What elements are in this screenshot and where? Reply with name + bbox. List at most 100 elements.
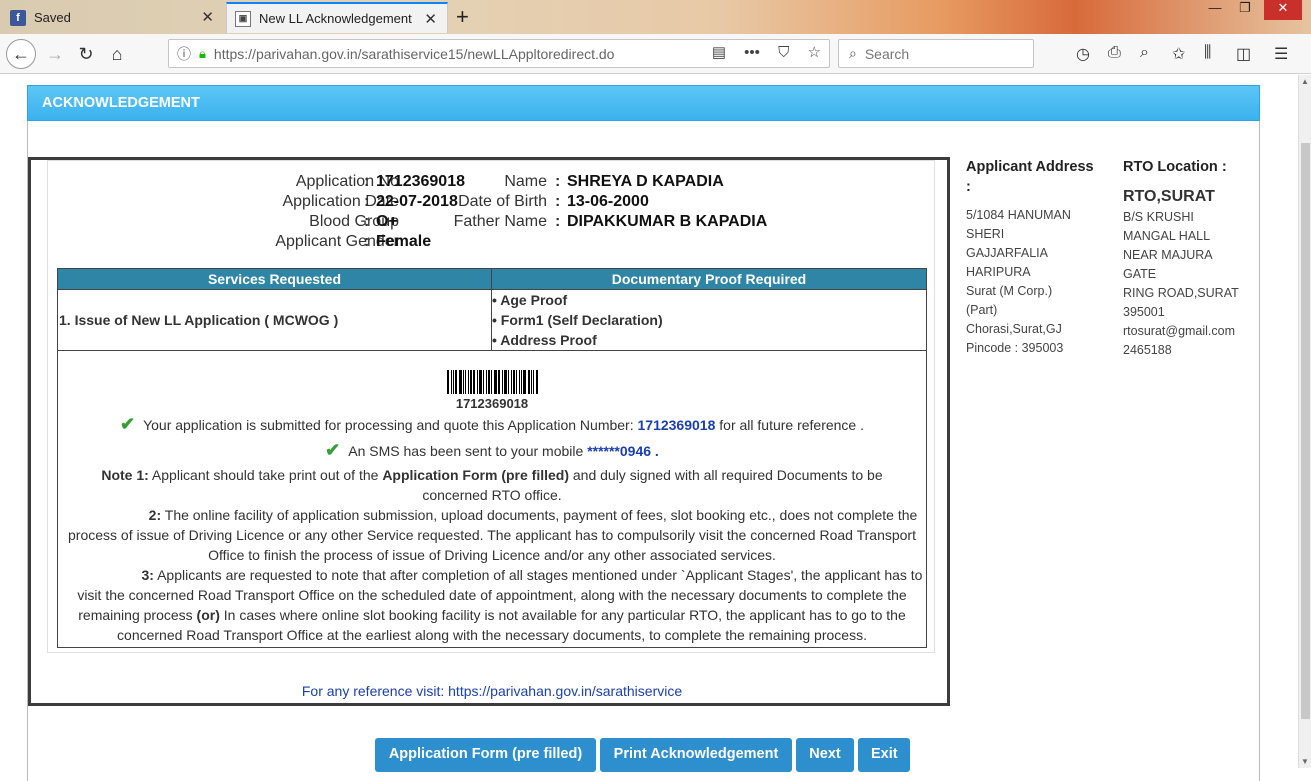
close-tab-icon[interactable]: ✕ <box>424 10 437 28</box>
search-input[interactable]: ⌕ Search <box>838 39 1034 68</box>
print-acknowledgement-button[interactable]: Print Acknowledgement <box>600 738 792 772</box>
back-button[interactable]: ← <box>6 39 36 69</box>
proof-item: • Age Proof <box>492 292 568 308</box>
tab-new-ll-acknowledgement[interactable]: ▣ New LL Acknowledgement ✕ <box>226 2 448 33</box>
sidebar-icon[interactable]: ◫ <box>1236 44 1251 64</box>
father-name-label: Father Name <box>453 213 547 230</box>
address-bar[interactable]: ⓘ 🔒︎ https://parivahan.gov.in/sarathiser… <box>168 39 830 68</box>
address-line: GAJJARFALIA <box>966 246 1048 260</box>
rto-line: GATE <box>1123 267 1157 281</box>
tab-label: Saved <box>34 10 71 25</box>
note-2-label: 2: <box>148 507 162 523</box>
service-cell: 1. Issue of New LL Application ( MCWOG ) <box>57 289 492 351</box>
barcode-stripe <box>458 370 462 394</box>
address-line: Surat (M Corp.) <box>966 284 1053 298</box>
bookmark-add-icon[interactable]: ✩ <box>1172 44 1185 64</box>
application-form-button[interactable]: Application Form (pre filled) <box>375 738 596 772</box>
sms-message: ✔ An SMS has been sent to your mobile ***… <box>58 440 926 461</box>
note-1-label: Note 1: <box>101 467 149 483</box>
scrollbar-thumb[interactable] <box>1301 143 1310 719</box>
forward-button[interactable]: → <box>42 42 68 66</box>
restore-icon[interactable]: ❐ <box>1230 0 1260 20</box>
library-icon[interactable]: ⫼ <box>1204 44 1211 62</box>
note-2-text: The online facility of application submi… <box>68 507 918 563</box>
barcode-stripe <box>464 370 466 394</box>
barcode <box>447 370 539 394</box>
colon: : <box>555 173 561 190</box>
name-value: SHREYA D KAPADIA <box>567 173 724 190</box>
menu-icon[interactable]: ☰ <box>1274 44 1288 64</box>
rto-line: RING ROAD,SURAT <box>1123 286 1239 300</box>
proof-item: • Address Proof <box>492 332 597 348</box>
proof-header: Documentary Proof Required <box>491 268 927 290</box>
barcode-stripe <box>490 370 492 394</box>
barcode-stripe <box>478 370 482 394</box>
pocket-icon[interactable]: ⛉ <box>778 44 789 61</box>
site-favicon-icon: ▣ <box>235 10 251 27</box>
close-window-icon[interactable]: ✕ <box>1264 0 1302 20</box>
dob-value: 13-06-2000 <box>567 193 649 210</box>
app-no-value: 1712369018 <box>376 173 465 190</box>
barcode-stripe <box>523 370 527 394</box>
address-line: HARIPURA <box>966 265 1031 279</box>
note-3-label: 3: <box>141 567 154 583</box>
more-actions-icon[interactable]: ••• <box>744 44 760 61</box>
address-line: SHERI <box>966 227 1005 241</box>
page-actions[interactable]: ▤ ••• ⛉ ☆ <box>712 43 821 61</box>
reference-link[interactable]: For any reference visit: https://parivah… <box>31 683 953 699</box>
proof-cell: • Age Proof • Form1 (Self Declaration) •… <box>491 289 927 351</box>
url-host: https://parivahan.gov.in <box>213 45 358 62</box>
info-icon[interactable]: ⓘ <box>177 44 191 64</box>
url-text: https://parivahan.gov.in/sarathiservice1… <box>214 46 615 62</box>
message-box: 1712369018 ✔ Your application is submitte… <box>57 350 927 648</box>
barcode-stripe <box>454 370 457 394</box>
barcode-stripe <box>521 370 523 394</box>
scrollbar[interactable]: ▲ ▼ <box>1298 75 1311 768</box>
bookmark-star-icon[interactable]: ☆ <box>808 44 821 61</box>
search-placeholder: Search <box>864 45 910 62</box>
name-label: Name <box>504 173 547 190</box>
next-button[interactable]: Next <box>796 738 854 772</box>
scroll-down-icon[interactable]: ▼ <box>1301 757 1309 766</box>
rto-line: 2465188 <box>1123 343 1172 357</box>
barcode-stripe <box>536 370 538 394</box>
services-header: Services Requested <box>57 268 492 290</box>
note-1: Note 1: Applicant should take print out … <box>58 465 926 505</box>
applicant-address: Applicant Address : 5/1084 HANUMAN SHERI… <box>966 157 1096 358</box>
blood-group-value: O+ <box>376 213 398 230</box>
colon: : <box>555 193 561 210</box>
minimize-icon[interactable]: — <box>1200 0 1230 20</box>
colon: : <box>555 213 561 230</box>
address-title: Applicant Address : <box>966 159 1094 195</box>
tab-bar: f Saved ✕ ▣ New LL Acknowledgement ✕ + —… <box>0 0 1311 34</box>
print-icon[interactable]: ⎙ <box>1108 44 1121 62</box>
barcode-stripe <box>519 370 521 394</box>
reload-button[interactable]: ↻ <box>73 42 99 66</box>
dob-label: Date of Birth <box>458 193 547 210</box>
page-content: ACKNOWLEDGEMENT Application No : 1712369… <box>0 75 1298 781</box>
home-button[interactable]: ⌂ <box>104 42 130 66</box>
barcode-stripe <box>516 370 518 394</box>
submitted-message: ✔ Your application is submitted for proce… <box>58 414 926 435</box>
address-line: 5/1084 HANUMAN <box>966 208 1071 222</box>
exit-button[interactable]: Exit <box>858 738 910 772</box>
find-icon[interactable]: ⌕ <box>1140 44 1149 62</box>
barcode-stripe <box>476 370 478 394</box>
barcode-stripe <box>531 370 533 394</box>
checkmark-icon: ✔ <box>325 440 341 460</box>
rto-line: B/S KRUSHI <box>1123 210 1194 224</box>
close-tab-icon[interactable]: ✕ <box>201 8 214 26</box>
checkmark-icon: ✔ <box>119 414 136 434</box>
lock-icon: 🔒︎ <box>199 45 206 61</box>
history-icon[interactable]: ◷ <box>1076 44 1090 64</box>
tab-saved[interactable]: f Saved ✕ <box>4 2 224 33</box>
new-tab-button[interactable]: + <box>456 4 469 30</box>
reader-view-icon[interactable]: ▤ <box>712 44 726 61</box>
note-1-text: Applicant should take print out of the <box>148 467 383 483</box>
barcode-stripe <box>508 370 510 394</box>
barcode-stripe <box>495 370 498 394</box>
colon: : <box>364 213 370 230</box>
barcode-stripe <box>504 370 508 394</box>
gender-value: Female <box>376 233 432 250</box>
scroll-up-icon[interactable]: ▲ <box>1301 77 1309 86</box>
